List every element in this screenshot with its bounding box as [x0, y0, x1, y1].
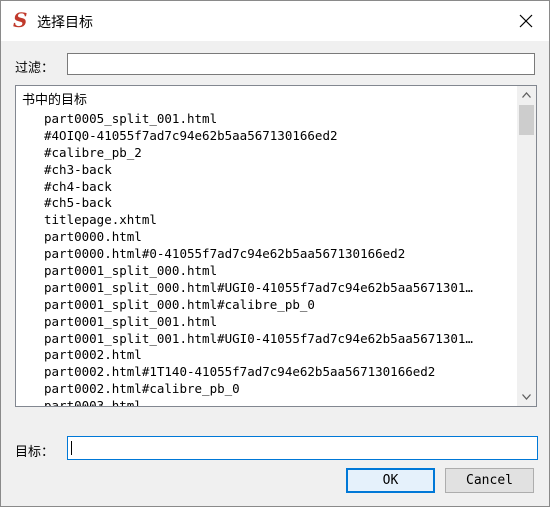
list-item[interactable]: #4OIQ0-41055f7ad7c94e62b5aa567130166ed2: [44, 127, 510, 144]
ok-button[interactable]: OK: [346, 468, 435, 493]
list-item[interactable]: part0002.html#calibre_pb_0: [44, 380, 510, 397]
targets-list[interactable]: 书中的目标 part0005_split_001.html #4OIQ0-410…: [15, 85, 537, 407]
list-item[interactable]: part0002.html: [44, 346, 510, 363]
list-item[interactable]: titlepage.xhtml: [44, 211, 510, 228]
dialog-title: 选择目标: [37, 15, 93, 31]
filter-label: 过滤：: [15, 61, 55, 76]
list-item[interactable]: part0001_split_001.html#UGI0-41055f7ad7c…: [44, 330, 510, 347]
cancel-button[interactable]: Cancel: [445, 468, 534, 493]
list-item[interactable]: #calibre_pb_2: [44, 144, 510, 161]
list-item[interactable]: part0001_split_001.html: [44, 313, 510, 330]
list-item[interactable]: #ch5-back: [44, 194, 510, 211]
list-item[interactable]: part0005_split_001.html: [44, 110, 510, 127]
target-label: 目标：: [15, 445, 55, 460]
title-bar: S 选择目标: [1, 1, 549, 41]
scroll-down-button[interactable]: [517, 388, 536, 406]
list-item[interactable]: part0002.html#1T140-41055f7ad7c94e62b5aa…: [44, 363, 510, 380]
scroll-thumb[interactable]: [519, 105, 534, 135]
text-caret: [71, 441, 72, 455]
chevron-up-icon: [522, 92, 531, 98]
target-input[interactable]: [67, 436, 538, 460]
list-item[interactable]: #ch3-back: [44, 161, 510, 178]
vertical-scrollbar[interactable]: [517, 86, 536, 406]
list-header-book-targets: 书中的目标: [22, 93, 88, 108]
close-icon: [519, 14, 533, 28]
calibre-app-icon: S: [13, 8, 28, 32]
list-item[interactable]: part0000.html#0-41055f7ad7c94e62b5aa5671…: [44, 245, 510, 262]
scroll-up-button[interactable]: [517, 86, 536, 104]
close-button[interactable]: [503, 1, 549, 41]
list-item[interactable]: #ch4-back: [44, 178, 510, 195]
target-items: part0005_split_001.html #4OIQ0-41055f7ad…: [44, 110, 510, 406]
list-item[interactable]: part0001_split_000.html#UGI0-41055f7ad7c…: [44, 279, 510, 296]
list-item[interactable]: part0001_split_000.html: [44, 262, 510, 279]
select-target-dialog: S 选择目标 过滤： 书中的目标 part0005_split_001.html…: [0, 0, 550, 507]
chevron-down-icon: [522, 394, 531, 400]
list-item[interactable]: part0000.html: [44, 228, 510, 245]
filter-input[interactable]: [67, 53, 535, 75]
list-item[interactable]: part0003.html: [44, 397, 510, 406]
list-item[interactable]: part0001_split_000.html#calibre_pb_0: [44, 296, 510, 313]
